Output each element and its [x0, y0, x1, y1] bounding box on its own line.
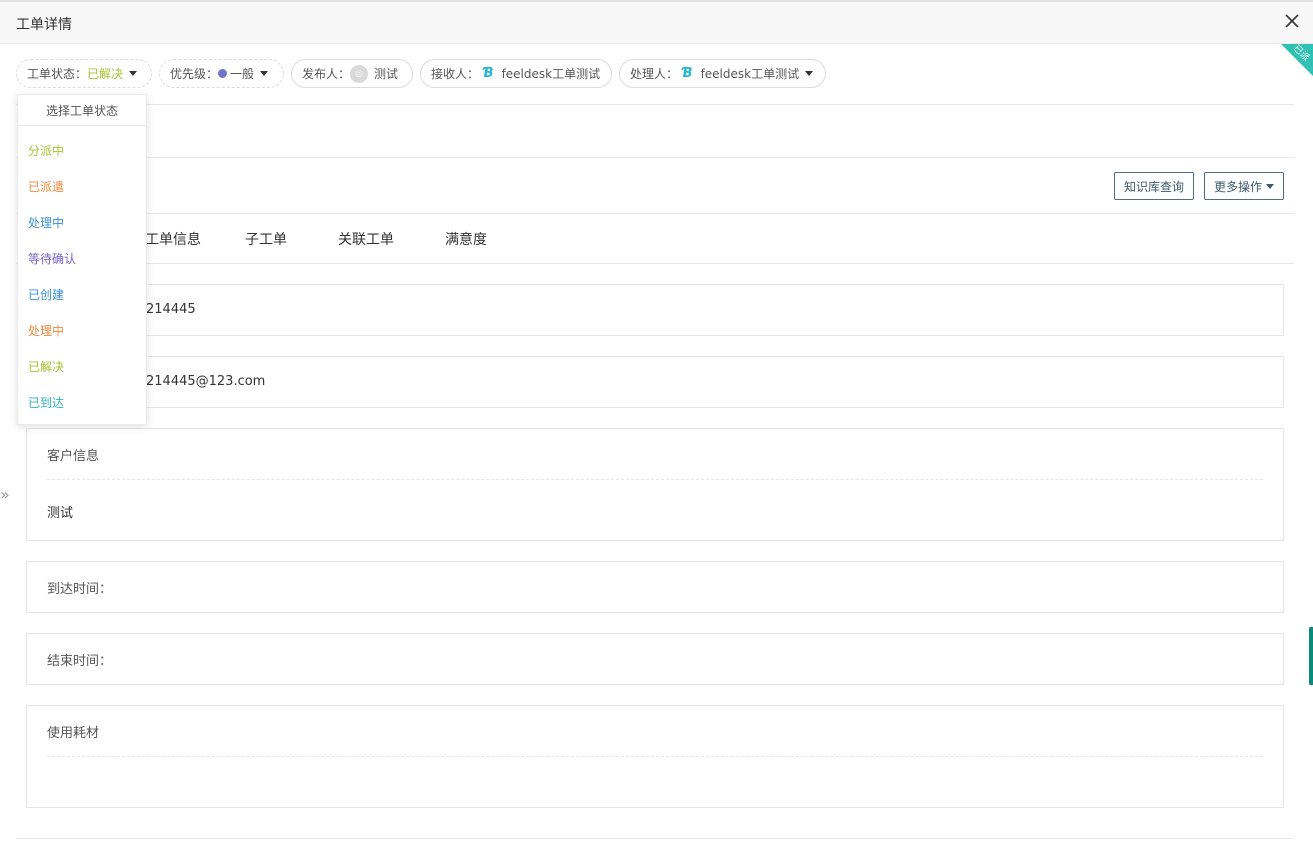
divider [16, 104, 1294, 105]
receiver-label: 接收人： [431, 67, 480, 81]
end-time-label: 结束时间： [47, 654, 113, 669]
status-ribbon: 已派 [1281, 44, 1313, 76]
phone-field-card: 214445 [26, 284, 1284, 336]
priority-value: 一般 [230, 67, 255, 81]
email-field-card: 214445@123.com [26, 356, 1284, 408]
status-option[interactable]: 已创建 [28, 286, 64, 303]
materials-card: 使用耗材 [26, 705, 1284, 808]
dashed-divider [47, 756, 1263, 757]
close-icon[interactable] [1283, 12, 1301, 30]
divider [16, 213, 1294, 214]
divider [16, 157, 1294, 158]
arrival-time-label: 到达时间： [47, 582, 113, 597]
chevron-down-icon [129, 71, 138, 76]
dialog-titlebar: 工单详情 [0, 0, 1313, 44]
avatar-icon: ◎ [350, 64, 369, 83]
status-select[interactable]: 工单状态： 已解决 [16, 59, 152, 88]
tab-sub-tickets[interactable]: 子工单 [245, 229, 287, 249]
chevron-down-icon [1266, 183, 1274, 189]
status-dropdown: 选择工单状态 分派中 已派遣 处理中 等待确认 已创建 处理中 已解决 已到达 [17, 94, 147, 425]
customer-info-card: 客户信息 测试 [26, 428, 1284, 541]
expand-sidebar-icon[interactable]: » [0, 485, 10, 504]
status-label: 工单状态： [27, 67, 88, 81]
knowledge-base-search-button[interactable]: 知识库查询 [1114, 172, 1194, 200]
publisher-pill[interactable]: 发布人： ◎ 测试 [291, 59, 413, 88]
receiver-value: feeldesk工单测试 [501, 67, 601, 81]
status-option[interactable]: 等待确认 [28, 250, 76, 267]
status-dropdown-header: 选择工单状态 [18, 95, 146, 126]
dashed-divider [47, 479, 1263, 480]
status-option[interactable]: 已派遣 [28, 178, 64, 195]
divider [16, 263, 1294, 264]
feeldesk-logo-icon: Ɓ [483, 66, 494, 81]
status-option[interactable]: 处理中 [28, 322, 64, 339]
tab-satisfaction[interactable]: 满意度 [445, 229, 487, 249]
phone-value: 214445 [146, 302, 196, 317]
receiver-pill[interactable]: 接收人： Ɓ feeldesk工单测试 [420, 59, 612, 88]
publisher-value: 测试 [374, 67, 399, 81]
tab-related-tickets[interactable]: 关联工单 [338, 229, 394, 249]
priority-select[interactable]: 优先级： 一般 [159, 59, 284, 88]
status-ribbon-text: 已派 [1291, 43, 1311, 64]
priority-dot-icon [218, 69, 228, 78]
customer-info-value: 测试 [47, 506, 74, 521]
status-option[interactable]: 已解决 [28, 358, 64, 375]
kb-search-label: 知识库查询 [1123, 179, 1184, 194]
side-panel-handle[interactable] [1309, 627, 1313, 685]
tab-ticket-info[interactable]: 工单信息 [145, 229, 201, 249]
handler-label: 处理人： [630, 67, 679, 81]
status-option[interactable]: 已到达 [28, 394, 64, 411]
more-actions-label: 更多操作 [1213, 179, 1262, 194]
more-actions-button[interactable]: 更多操作 [1204, 172, 1284, 200]
chevron-down-icon [260, 71, 269, 76]
handler-value: feeldesk工单测试 [700, 67, 800, 81]
detail-tabs: 工单信息 子工单 关联工单 满意度 [0, 229, 1313, 249]
customer-info-label: 客户信息 [47, 449, 100, 464]
status-option[interactable]: 分派中 [28, 142, 64, 159]
end-time-card: 结束时间： [26, 633, 1284, 685]
arrival-time-card: 到达时间： [26, 561, 1284, 613]
email-value: 214445@123.com [146, 374, 266, 389]
status-option[interactable]: 处理中 [28, 214, 64, 231]
status-value: 已解决 [87, 67, 124, 81]
materials-label: 使用耗材 [47, 726, 100, 741]
divider [16, 838, 1294, 839]
priority-label: 优先级： [170, 67, 219, 81]
feeldesk-logo-icon: Ɓ [682, 66, 693, 81]
publisher-label: 发布人： [302, 67, 351, 81]
dialog-title: 工单详情 [16, 17, 72, 33]
handler-select[interactable]: 处理人： Ɓ feeldesk工单测试 [619, 59, 826, 88]
chevron-down-icon [805, 71, 814, 76]
